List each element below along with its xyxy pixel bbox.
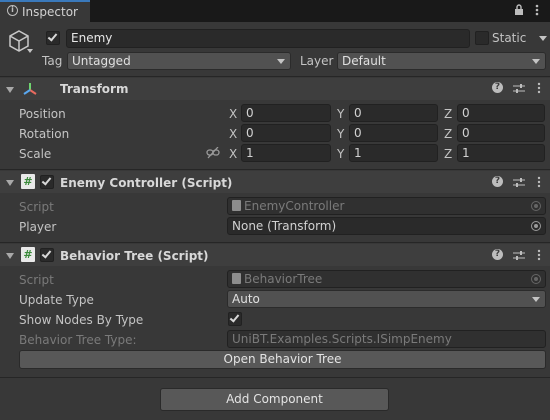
static-label: Static <box>492 31 527 45</box>
show-nodes-checkbox[interactable] <box>228 312 242 326</box>
lock-icon[interactable] <box>514 4 524 16</box>
active-checkbox[interactable] <box>46 31 60 45</box>
tag-value: Untagged <box>72 54 131 68</box>
script-value: BehaviorTree <box>244 272 323 286</box>
scale-label: Scale <box>19 147 52 161</box>
transform-icon <box>22 81 38 97</box>
chevron-down-icon <box>277 59 285 64</box>
constrain-proportions-icon[interactable] <box>206 146 220 159</box>
fold-arrow-icon[interactable] <box>6 253 14 259</box>
show-nodes-label: Show Nodes By Type <box>19 313 144 327</box>
axis-z-label[interactable]: Z <box>444 127 452 141</box>
axis-x-label[interactable]: X <box>229 127 237 141</box>
script-hash-icon: # <box>21 247 35 262</box>
checkmark-icon <box>229 312 240 323</box>
player-label: Player <box>19 220 57 234</box>
axis-z-label[interactable]: Z <box>444 107 452 121</box>
scale-x-field[interactable]: 1 <box>241 144 331 162</box>
behavior-tree-title: Behavior Tree (Script) <box>60 249 209 263</box>
object-name-field[interactable]: Enemy <box>66 29 470 48</box>
static-dropdown-arrow[interactable] <box>539 36 547 41</box>
enemy-controller-enabled-checkbox[interactable] <box>40 175 54 189</box>
rotation-z-field[interactable]: 0 <box>457 124 545 142</box>
player-field[interactable]: None (Transform) <box>227 217 546 235</box>
tab-bar: i Inspector <box>0 0 550 22</box>
fold-arrow-icon[interactable] <box>6 87 14 93</box>
axis-y-label[interactable]: Y <box>337 127 344 141</box>
help-icon[interactable]: ? <box>492 249 503 260</box>
enemy-controller-script-field[interactable]: EnemyController <box>227 197 546 215</box>
tab-inspector[interactable]: i Inspector <box>0 0 90 22</box>
axis-y-label[interactable]: Y <box>337 147 344 161</box>
tree-type-label: Behavior Tree Type: <box>19 333 137 347</box>
fold-arrow-icon[interactable] <box>6 180 14 186</box>
axis-x-label[interactable]: X <box>229 147 237 161</box>
divider <box>0 76 550 77</box>
update-type-dropdown[interactable]: Auto <box>227 290 546 308</box>
layer-value: Default <box>342 54 386 68</box>
axis-y-label[interactable]: Y <box>337 107 344 121</box>
preset-icon[interactable] <box>513 177 525 187</box>
tree-type-field: UniBT.Examples.Scripts.ISimpEnemy <box>227 330 546 348</box>
script-label: Script <box>19 200 54 214</box>
divider <box>0 169 550 170</box>
scale-z-field[interactable]: 1 <box>457 144 545 162</box>
axis-z-label[interactable]: Z <box>444 147 452 161</box>
static-checkbox[interactable] <box>475 31 489 45</box>
layer-dropdown[interactable]: Default <box>337 52 546 70</box>
update-type-label: Update Type <box>19 293 94 307</box>
position-z-field[interactable]: 0 <box>457 104 545 122</box>
kebab-menu-icon[interactable] <box>536 82 542 94</box>
divider <box>0 242 550 243</box>
object-picker-icon <box>531 201 541 211</box>
open-behavior-tree-button[interactable]: Open Behavior Tree <box>19 350 546 369</box>
checkmark-icon <box>47 31 58 42</box>
script-label: Script <box>19 273 54 287</box>
rotation-y-field[interactable]: 0 <box>349 124 438 142</box>
position-label: Position <box>19 107 66 121</box>
kebab-menu-icon[interactable] <box>534 3 540 17</box>
object-picker-icon <box>531 274 541 284</box>
enemy-controller-title: Enemy Controller (Script) <box>60 176 233 190</box>
position-x-field[interactable]: 0 <box>241 104 331 122</box>
axis-x-label[interactable]: X <box>229 107 237 121</box>
script-value: EnemyController <box>244 199 345 213</box>
layer-label: Layer <box>300 54 334 68</box>
checkmark-icon <box>41 248 52 259</box>
player-value: None (Transform) <box>232 219 337 233</box>
rotation-label: Rotation <box>19 127 70 141</box>
tag-label: Tag <box>42 54 63 68</box>
chevron-down-icon <box>532 59 540 64</box>
behavior-tree-enabled-checkbox[interactable] <box>40 248 54 262</box>
icon-dropdown-arrow[interactable] <box>27 49 33 53</box>
scale-y-field[interactable]: 1 <box>349 144 438 162</box>
tag-dropdown[interactable]: Untagged <box>67 52 291 70</box>
add-component-button[interactable]: Add Component <box>160 388 389 411</box>
preset-icon[interactable] <box>513 250 525 260</box>
checkmark-icon <box>41 175 52 186</box>
update-type-value: Auto <box>232 292 260 306</box>
script-hash-icon: # <box>21 174 35 189</box>
object-picker-icon[interactable] <box>531 221 541 231</box>
position-y-field[interactable]: 0 <box>349 104 438 122</box>
script-file-icon <box>232 273 241 284</box>
help-icon[interactable]: ? <box>492 82 503 93</box>
tab-title: Inspector <box>22 5 78 19</box>
script-file-icon <box>232 200 241 211</box>
kebab-menu-icon[interactable] <box>536 176 542 188</box>
rotation-x-field[interactable]: 0 <box>241 124 331 142</box>
tree-type-value: UniBT.Examples.Scripts.ISimpEnemy <box>232 332 452 346</box>
divider <box>0 377 550 378</box>
behavior-tree-script-field[interactable]: BehaviorTree <box>227 270 546 288</box>
kebab-menu-icon[interactable] <box>536 249 542 261</box>
preset-icon[interactable] <box>513 83 525 93</box>
help-icon[interactable]: ? <box>492 176 503 187</box>
transform-title: Transform <box>60 82 129 96</box>
info-icon: i <box>7 5 18 16</box>
chevron-down-icon <box>532 297 540 302</box>
